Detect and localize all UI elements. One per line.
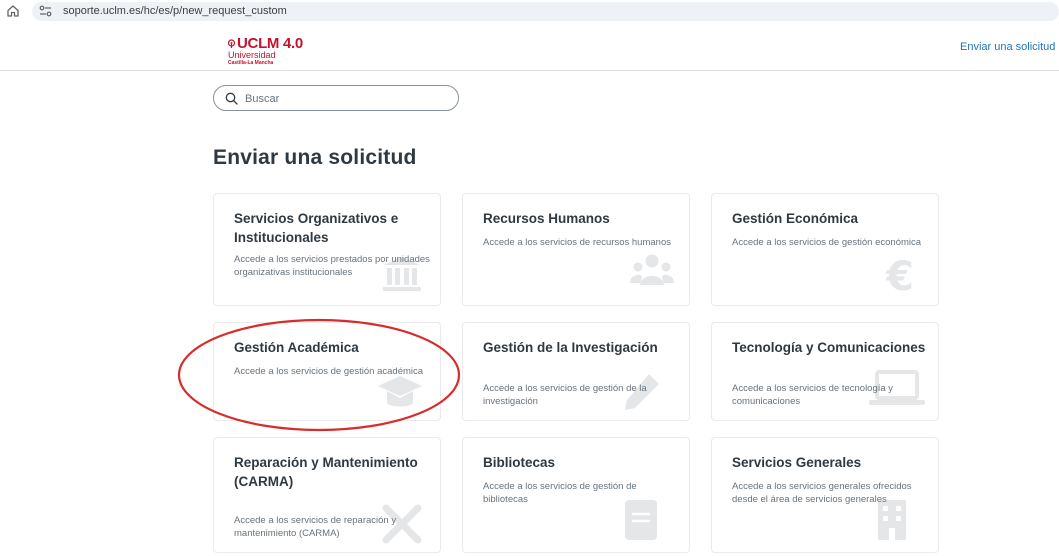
- url-text[interactable]: soporte.uclm.es/hc/es/p/new_request_cust…: [63, 5, 287, 17]
- card-description: Accede a los servicios de gestión económ…: [732, 237, 922, 248]
- book-icon: [625, 500, 657, 540]
- browser-address-bar: soporte.uclm.es/hc/es/p/new_request_cust…: [0, 0, 1059, 23]
- card-description: Accede a los servicios generales ofrecid…: [732, 481, 912, 505]
- card-gestion-investigacion[interactable]: Gestión de la Investigación Accede a los…: [462, 322, 690, 421]
- uclm-logo[interactable]: UCLM 4.0 Universidad Castilla-La Mancha: [228, 35, 318, 67]
- card-reparacion-mantenimiento[interactable]: Reparación y Mantenimiento (CARMA) Acced…: [213, 437, 441, 553]
- card-bibliotecas[interactable]: Bibliotecas Accede a los servicios de ge…: [462, 437, 690, 553]
- card-gestion-academica[interactable]: Gestión Académica Accede a los servicios…: [213, 322, 441, 421]
- euro-icon: €: [885, 254, 914, 293]
- card-description: Accede a los servicios de gestión de bib…: [483, 481, 637, 505]
- card-servicios-organizativos[interactable]: Servicios Organizativos e Institucionale…: [213, 193, 441, 306]
- card-recursos-humanos[interactable]: Recursos Humanos Accede a los servicios …: [462, 193, 690, 306]
- logo-antenna-icon: [228, 39, 235, 48]
- card-description: Accede a los servicios de reparación y m…: [234, 515, 397, 539]
- card-title: Tecnología y Comunicaciones: [732, 340, 926, 355]
- card-title: Servicios Generales: [732, 455, 862, 470]
- card-servicios-generales[interactable]: Servicios Generales Accede a los servici…: [711, 437, 939, 553]
- logo-region: Castilla-La Mancha: [228, 60, 274, 66]
- site-settings-icon[interactable]: [37, 3, 55, 19]
- search-icon: [225, 92, 238, 105]
- card-title: Bibliotecas: [483, 455, 556, 470]
- card-title: Reparación y Mantenimiento (CARMA): [234, 455, 418, 489]
- nav-submit-request-link[interactable]: Enviar una solicitud: [960, 41, 1055, 53]
- card-description: Accede a los servicios prestados por uni…: [234, 254, 430, 278]
- card-title: Gestión Académica: [234, 340, 359, 355]
- card-title: Servicios Organizativos e Institucionale…: [234, 211, 399, 245]
- card-gestion-economica[interactable]: Gestión Económica Accede a los servicios…: [711, 193, 939, 306]
- card-description: Accede a los servicios de recursos human…: [483, 237, 671, 248]
- home-icon[interactable]: [6, 4, 20, 18]
- page-title: Enviar una solicitud: [213, 146, 417, 169]
- card-description: Accede a los servicios de gestión de la …: [483, 383, 647, 407]
- people-icon: [630, 254, 674, 285]
- card-title: Recursos Humanos: [483, 211, 610, 226]
- card-title: Gestión Económica: [732, 211, 859, 226]
- card-description: Accede a los servicios de tecnología y c…: [732, 383, 894, 407]
- svg-text:€: €: [885, 254, 914, 293]
- card-title: Gestión de la Investigación: [483, 340, 658, 355]
- card-tecnologia-comunicaciones[interactable]: Tecnología y Comunicaciones Accede a los…: [711, 322, 939, 421]
- logo-universidad: Universidad: [228, 50, 276, 60]
- search-input[interactable]: [245, 91, 445, 106]
- search-box[interactable]: [213, 85, 459, 111]
- site-header: UCLM 4.0 Universidad Castilla-La Mancha …: [0, 23, 1059, 71]
- card-description: Accede a los servicios de gestión académ…: [234, 366, 424, 377]
- building-icon: [878, 500, 906, 540]
